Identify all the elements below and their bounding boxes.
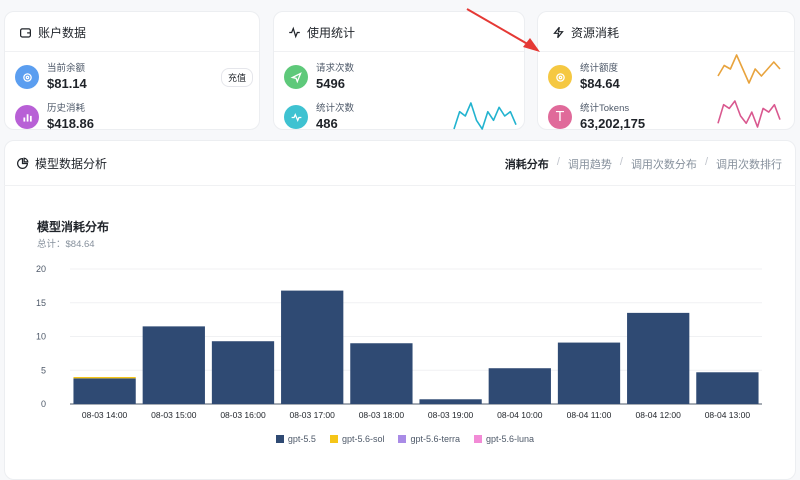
send-icon [284, 65, 308, 89]
zap-icon [553, 26, 564, 39]
resources-title-label: 资源消耗 [571, 26, 620, 40]
legend-label: gpt-5.6-sol [341, 434, 385, 444]
bar[interactable] [557, 342, 621, 404]
quota-sparkline [717, 54, 781, 84]
resources-card-title: 资源消耗 [552, 24, 619, 41]
coin-icon [15, 65, 39, 89]
requests-row: 请求次数 5496 [284, 57, 514, 97]
sparkline-path [453, 102, 517, 130]
y-tick-label: 0 [41, 399, 46, 409]
legend-swatch [398, 435, 407, 443]
legend-label: gpt-5.5 [287, 434, 316, 444]
account-card: 账户数据 当前余额 $81.14 充值 历史消耗 $418.86 [4, 11, 260, 131]
y-tick-label: 10 [36, 332, 46, 342]
usage-card-title: 使用统计 [288, 24, 355, 41]
pulse-icon [284, 105, 308, 129]
usage-title-label: 使用统计 [307, 26, 356, 40]
x-tick-label: 08-04 11:00 [567, 410, 612, 420]
x-tick-label: 08-03 18:00 [359, 410, 405, 420]
y-tick-label: 15 [36, 298, 46, 308]
legend-label: gpt-5.6-terra [410, 434, 461, 444]
tab-divider: / [619, 156, 623, 168]
tokens-sparkline [717, 100, 781, 128]
tokens-value: 63,202,175 [580, 115, 646, 131]
x-tick-label: 08-03 15:00 [151, 410, 197, 420]
y-tick-label: 20 [36, 264, 46, 274]
bar[interactable] [73, 377, 136, 379]
y-tick-label: 5 [41, 365, 46, 375]
tab-call-trend[interactable]: 调用趋势 [568, 156, 612, 172]
resources-card: 资源消耗 统计额度 $84.64 T 统计Tokens 63,202,175 [537, 11, 795, 131]
x-tick-label: 08-03 17:00 [290, 410, 336, 420]
x-tick-label: 08-03 16:00 [220, 410, 266, 420]
history-value: $418.86 [47, 115, 94, 131]
history-label: 历史消耗 [47, 102, 86, 114]
balance-row: 当前余额 $81.14 [15, 57, 249, 97]
tab-cost-distribution[interactable]: 消耗分布 [505, 156, 549, 172]
bar[interactable] [211, 341, 275, 404]
count-label: 统计次数 [316, 102, 355, 114]
legend-swatch [329, 435, 338, 443]
requests-label: 请求次数 [316, 62, 355, 74]
cost-distribution-chart: 0 5 10 15 20 08-03 14:00 08-03 15:00 08-03 16:0… [36, 264, 762, 420]
analysis-tabs: 消耗分布 / 调用趋势 / 调用次数分布 / 调用次数排行 [505, 156, 782, 172]
legend-item[interactable]: gpt-5.6-terra [398, 434, 460, 444]
legend-item[interactable]: gpt-5.6-sol [329, 434, 385, 444]
legend-swatch [474, 435, 483, 443]
bar-chart-icon [15, 105, 39, 129]
bar[interactable] [696, 372, 759, 404]
bar[interactable] [142, 326, 205, 404]
x-tick-label: 08-04 12:00 [636, 410, 682, 420]
legend-label: gpt-5.6-luna [486, 434, 535, 444]
account-title-label: 账户数据 [38, 26, 87, 40]
bar[interactable] [350, 343, 413, 404]
coin-icon [548, 65, 572, 89]
x-tick-label: 08-04 10:00 [497, 410, 543, 420]
tab-call-ranking[interactable]: 调用次数排行 [716, 156, 782, 172]
chart-legend: gpt-5.5 gpt-5.6-sol gpt-5.6-terra gpt-5.6-l… [0, 434, 800, 444]
x-tick-label: 08-03 14:00 [82, 410, 128, 420]
wallet-icon [20, 28, 31, 38]
x-tick-label: 08-04 13:00 [705, 410, 751, 420]
tab-divider: / [704, 156, 708, 168]
activity-icon [289, 26, 300, 39]
tokens-label: 统计Tokens [580, 102, 630, 114]
balance-label: 当前余额 [47, 62, 86, 74]
count-sparkline [453, 102, 517, 130]
bar[interactable] [419, 399, 482, 404]
quota-value: $84.64 [580, 75, 620, 91]
legend-item[interactable]: gpt-5.5 [275, 434, 316, 444]
x-tick-label: 08-03 19:00 [428, 410, 474, 420]
bar[interactable] [627, 312, 690, 404]
text-t-icon: T [548, 105, 572, 129]
sparkline-path [717, 54, 781, 84]
chart-title: 模型消耗分布 [37, 220, 110, 234]
balance-value: $81.14 [47, 75, 87, 91]
tab-call-distribution[interactable]: 调用次数分布 [631, 156, 697, 172]
recharge-button[interactable]: 充值 [220, 68, 253, 87]
requests-value: 5496 [316, 75, 345, 91]
history-row: 历史消耗 $418.86 [15, 97, 249, 137]
analysis-title-label: 模型数据分析 [35, 157, 108, 171]
bar[interactable] [73, 378, 136, 404]
count-value: 486 [316, 115, 338, 131]
legend-swatch [275, 435, 284, 443]
tab-divider: / [556, 156, 560, 168]
quota-label: 统计额度 [580, 62, 619, 74]
account-card-title: 账户数据 [19, 24, 86, 41]
sparkline-path [717, 100, 781, 128]
legend-item[interactable]: gpt-5.6-luna [474, 434, 534, 444]
chart-subtitle: 总计：$84.64 [37, 239, 95, 250]
pie-chart-icon [17, 157, 29, 169]
usage-card: 使用统计 请求次数 5496 统计次数 486 [273, 11, 525, 131]
bar[interactable] [281, 290, 344, 404]
bar[interactable] [488, 368, 551, 404]
analysis-title: 模型数据分析 [16, 155, 107, 172]
